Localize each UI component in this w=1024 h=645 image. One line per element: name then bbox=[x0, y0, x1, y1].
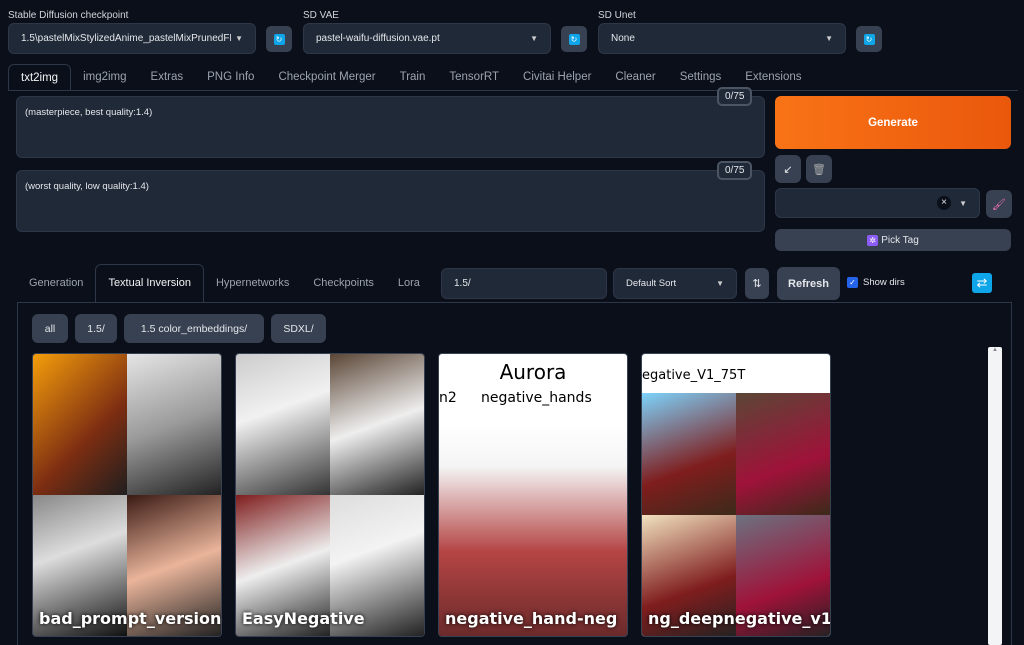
chevron-down-icon: ▼ bbox=[959, 198, 967, 208]
refresh-checkpoint-button[interactable]: ↻ bbox=[266, 26, 292, 52]
preview-image bbox=[642, 393, 736, 515]
unet-label: SD Unet bbox=[598, 10, 636, 21]
scrollbar[interactable]: ▲ bbox=[988, 347, 1002, 645]
embedding-card[interactable]: Aurora n2 negative_hands negative_hand-n… bbox=[438, 353, 628, 637]
chevron-down-icon: ▼ bbox=[530, 34, 538, 43]
vae-dropdown[interactable]: pastel-waifu-diffusion.vae.pt ▼ bbox=[303, 23, 551, 54]
checkpoint-dropdown[interactable]: 1.5\pastelMixStylizedAnime_pastelMixPrun… bbox=[8, 23, 256, 54]
vae-value: pastel-waifu-diffusion.vae.pt bbox=[316, 33, 440, 44]
embedding-card[interactable]: bad_prompt_version2 bbox=[32, 353, 222, 637]
chevron-down-icon: ▼ bbox=[235, 34, 243, 43]
arrow-icon: ↙ bbox=[783, 163, 793, 176]
tab-txt2img[interactable]: txt2img bbox=[8, 64, 72, 90]
card-name: ng_deepnegative_v1_75t bbox=[648, 609, 831, 628]
card-name: bad_prompt_version2 bbox=[39, 609, 222, 628]
scroll-up-icon[interactable]: ▲ bbox=[988, 347, 1002, 353]
checkpoint-label: Stable Diffusion checkpoint bbox=[8, 10, 129, 21]
trash-icon: 🗑 bbox=[812, 163, 826, 176]
swap-icon: ⇄ bbox=[976, 275, 988, 290]
overlay-text: n2 bbox=[439, 390, 457, 406]
subtab-generation[interactable]: Generation bbox=[17, 265, 95, 302]
tab-cleaner[interactable]: Cleaner bbox=[603, 64, 667, 90]
vae-label: SD VAE bbox=[303, 10, 339, 21]
tag-icon: ✲ bbox=[867, 234, 879, 246]
overlay-text: egative_V1_75T bbox=[642, 368, 746, 383]
overlay-text: negative_hands bbox=[481, 390, 592, 406]
subtab-lora[interactable]: Lora bbox=[386, 265, 432, 302]
tab-train[interactable]: Train bbox=[388, 64, 438, 90]
subtab-hypernetworks[interactable]: Hypernetworks bbox=[204, 265, 301, 302]
dir-button-all[interactable]: all bbox=[32, 314, 68, 343]
negative-prompt-textarea[interactable]: (worst quality, low quality:1.4) bbox=[16, 170, 765, 232]
preview-image bbox=[330, 354, 424, 495]
refresh-button[interactable]: Refresh bbox=[777, 267, 840, 300]
prompt-textarea[interactable]: (masterpiece, best quality:1.4) bbox=[16, 96, 765, 158]
preview-image bbox=[236, 354, 330, 495]
refresh-icon: ↻ bbox=[863, 33, 875, 45]
show-dirs-label: Show dirs bbox=[863, 277, 905, 288]
unet-value: None bbox=[611, 33, 635, 44]
styles-dropdown[interactable]: × ▼ bbox=[775, 188, 980, 218]
read-params-button[interactable]: ↙ bbox=[775, 155, 801, 183]
chevron-down-icon: ▼ bbox=[825, 34, 833, 43]
preview-image bbox=[127, 354, 221, 495]
toggle-extra-networks-button[interactable]: ⇄ bbox=[972, 273, 992, 293]
clear-icon[interactable]: × bbox=[937, 196, 952, 210]
card-name: EasyNegative bbox=[242, 609, 365, 628]
preview-image bbox=[33, 354, 127, 495]
negative-token-count: 0/75 bbox=[717, 161, 753, 180]
embedding-card[interactable]: egative_V1_75T ng_deepnegative_v1_75t bbox=[641, 353, 831, 637]
sort-arrows-icon: ⇅ bbox=[752, 278, 762, 290]
sort-value: Default Sort bbox=[626, 278, 677, 289]
embedding-card[interactable]: EasyNegative bbox=[235, 353, 425, 637]
sort-dropdown[interactable]: Default Sort ▼ bbox=[613, 268, 737, 299]
refresh-icon: ↻ bbox=[568, 33, 580, 45]
checkpoint-value: 1.5\pastelMixStylizedAnime_pastelMixPrun… bbox=[21, 33, 231, 44]
refresh-vae-button[interactable]: ↻ bbox=[561, 26, 587, 52]
pick-tag-button[interactable]: ✲ Pick Tag bbox=[775, 229, 1011, 251]
search-input[interactable]: 1.5/ bbox=[441, 268, 607, 299]
show-dirs-checkbox[interactable]: ✓ Show dirs bbox=[847, 277, 905, 288]
checkbox-icon: ✓ bbox=[847, 277, 858, 288]
sort-order-button[interactable]: ⇅ bbox=[745, 268, 769, 299]
generate-button[interactable]: Generate bbox=[775, 96, 1011, 149]
tab-tensorrt[interactable]: TensorRT bbox=[437, 64, 511, 90]
tab-extras[interactable]: Extras bbox=[139, 64, 196, 90]
subtab-checkpoints[interactable]: Checkpoints bbox=[301, 265, 386, 302]
tab-img2img[interactable]: img2img bbox=[71, 64, 138, 90]
pick-tag-label: Pick Tag bbox=[881, 234, 919, 246]
prompt-token-count: 0/75 bbox=[717, 87, 753, 106]
card-name: negative_hand-neg bbox=[445, 609, 618, 628]
overlay-text: Aurora bbox=[499, 360, 567, 384]
dir-button-color-embeddings[interactable]: 1.5 color_embeddings/ bbox=[124, 314, 264, 343]
main-tabs: txt2img img2img Extras PNG Info Checkpoi… bbox=[8, 64, 1018, 91]
tab-civitai-helper[interactable]: Civitai Helper bbox=[511, 64, 603, 90]
dir-button-sdxl[interactable]: SDXL/ bbox=[271, 314, 326, 343]
unet-dropdown[interactable]: None ▼ bbox=[598, 23, 846, 54]
tab-checkpoint-merger[interactable]: Checkpoint Merger bbox=[266, 64, 387, 90]
clear-prompt-button[interactable]: 🗑 bbox=[806, 155, 832, 183]
tab-png-info[interactable]: PNG Info bbox=[195, 64, 266, 90]
brush-icon: 🖌 bbox=[992, 198, 1006, 211]
preview-image bbox=[736, 393, 830, 515]
edit-styles-button[interactable]: 🖌 bbox=[986, 190, 1012, 218]
refresh-icon: ↻ bbox=[273, 33, 285, 45]
refresh-unet-button[interactable]: ↻ bbox=[856, 26, 882, 52]
subtab-textual-inversion[interactable]: Textual Inversion bbox=[95, 264, 204, 302]
dir-button-1-5[interactable]: 1.5/ bbox=[75, 314, 117, 343]
chevron-down-icon: ▼ bbox=[716, 279, 724, 288]
